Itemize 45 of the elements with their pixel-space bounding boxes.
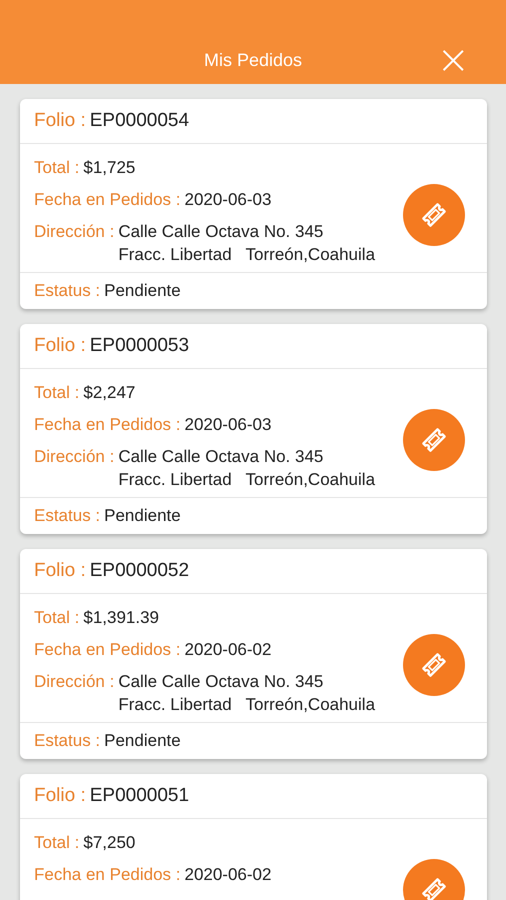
ticket-icon <box>421 202 447 228</box>
field-value: Fracc. Libertad Torreón,Coahuila <box>118 470 376 490</box>
ticket-icon <box>421 427 447 453</box>
ticket-icon <box>421 652 447 678</box>
field-value: $2,247 <box>83 383 136 403</box>
field-label: Dirección : <box>34 672 114 693</box>
field-value: $7,250 <box>83 833 136 853</box>
field-label: Folio : <box>34 785 86 807</box>
field-label: Estatus : <box>34 281 100 301</box>
field-value: Fracc. Libertad Torreón,Coahuila <box>118 695 376 715</box>
field-label: Estatus : <box>34 506 100 526</box>
field-label: Dirección : <box>34 222 114 243</box>
field-label: Total : <box>34 158 80 178</box>
folio-number: EP0000052 <box>90 560 190 582</box>
status-value: Pendiente <box>104 731 181 751</box>
field-label: Folio : <box>34 560 86 582</box>
ticket-icon <box>421 877 447 900</box>
field-label: Fecha en Pedidos : <box>34 640 180 660</box>
field-value: 2020-06-02 <box>184 640 272 660</box>
folio-number: EP0000053 <box>90 335 190 357</box>
field-value: Calle Calle Octava No. 345 <box>118 222 324 242</box>
field-label: Total : <box>34 383 80 403</box>
field-value: 2020-06-03 <box>184 415 272 435</box>
folio-number: EP0000054 <box>90 110 190 132</box>
field-value: Calle Calle Octava No. 345 <box>118 447 324 467</box>
field-label: Fecha en Pedidos : <box>34 415 180 435</box>
field-label: Estatus : <box>34 731 100 751</box>
status-value: Pendiente <box>104 281 181 301</box>
field-value: 2020-06-03 <box>184 190 272 210</box>
field-label: Total : <box>34 833 80 853</box>
status-value: Pendiente <box>104 506 181 526</box>
screen-title: Mis Pedidos <box>204 50 302 71</box>
field-label: Fecha en Pedidos : <box>34 865 180 885</box>
field-label: Total : <box>34 608 80 628</box>
field-value: 2020-06-02 <box>184 865 272 885</box>
folio-number: EP0000051 <box>90 785 190 807</box>
field-value: $1,725 <box>83 158 136 178</box>
close-button[interactable]: × <box>436 42 470 78</box>
field-label: Dirección : <box>34 447 114 468</box>
field-value: Fracc. Libertad Torreón,Coahuila <box>118 245 376 265</box>
field-value: $1,391.39 <box>83 608 159 628</box>
field-label: Fecha en Pedidos : <box>34 190 180 210</box>
field-label: Folio : <box>34 110 86 132</box>
field-value: Calle Calle Octava No. 345 <box>118 672 324 692</box>
field-label: Folio : <box>34 335 86 357</box>
